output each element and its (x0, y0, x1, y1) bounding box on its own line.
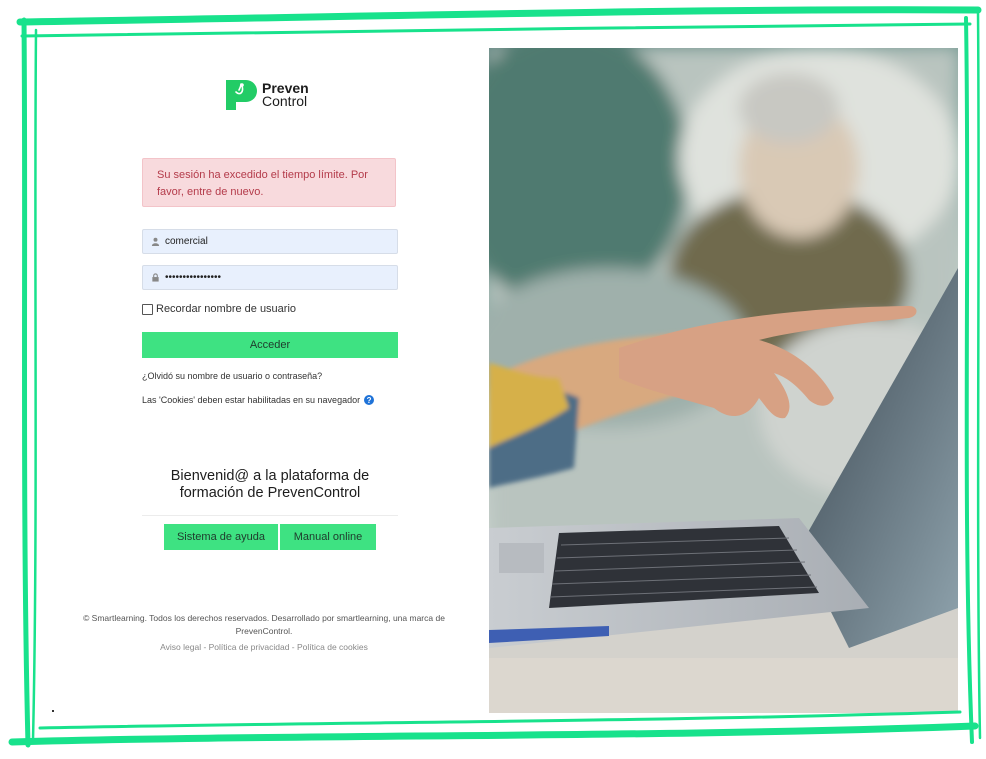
user-icon (151, 237, 160, 246)
question-circle-icon[interactable]: ? (364, 395, 375, 405)
password-input[interactable] (165, 266, 393, 289)
remember-label: Recordar nombre de usuario (156, 303, 297, 315)
password-field[interactable] (142, 265, 398, 290)
cookies-notice: Las 'Cookies' deben estar habilitadas en… (142, 395, 375, 405)
brand-logo: Preven Control (224, 78, 334, 114)
session-expired-alert: Su sesión ha excedido el tiempo límite. … (142, 158, 396, 207)
login-button[interactable]: Acceder (142, 332, 398, 358)
cookies-notice-text: Las 'Cookies' deben estar habilitadas en… (142, 395, 361, 405)
remember-checkbox[interactable] (142, 303, 153, 315)
login-panel: Preven Control Su sesión ha excedido el … (40, 48, 489, 713)
footer-copyright: © Smartlearning. Todos los derechos rese… (83, 613, 445, 636)
username-field[interactable] (142, 229, 398, 254)
welcome-line-2: formación de PrevenControl (179, 485, 361, 501)
welcome-line-1: Bienvenid@ a la plataforma de (170, 468, 370, 484)
footer-links[interactable]: Aviso legal - Política de privacidad - P… (54, 642, 474, 652)
hero-photo-illustration (489, 48, 958, 713)
manual-online-button[interactable]: Manual online (280, 524, 376, 550)
help-system-button[interactable]: Sistema de ayuda (164, 524, 278, 550)
brand-name-bottom: Control (262, 93, 308, 109)
stray-dot (52, 710, 54, 712)
forgot-credentials-link[interactable]: ¿Olvidó su nombre de usuario o contraseñ… (142, 371, 322, 381)
divider (142, 515, 398, 516)
username-input[interactable] (165, 230, 393, 253)
remember-username[interactable]: Recordar nombre de usuario (142, 303, 296, 315)
preven-control-logo-icon (226, 80, 257, 110)
lock-icon (152, 273, 159, 282)
welcome-heading: Bienvenid@ a la plataforma de formación … (142, 468, 398, 502)
hero-photo (489, 48, 958, 713)
login-page: Preven Control Su sesión ha excedido el … (40, 48, 958, 713)
